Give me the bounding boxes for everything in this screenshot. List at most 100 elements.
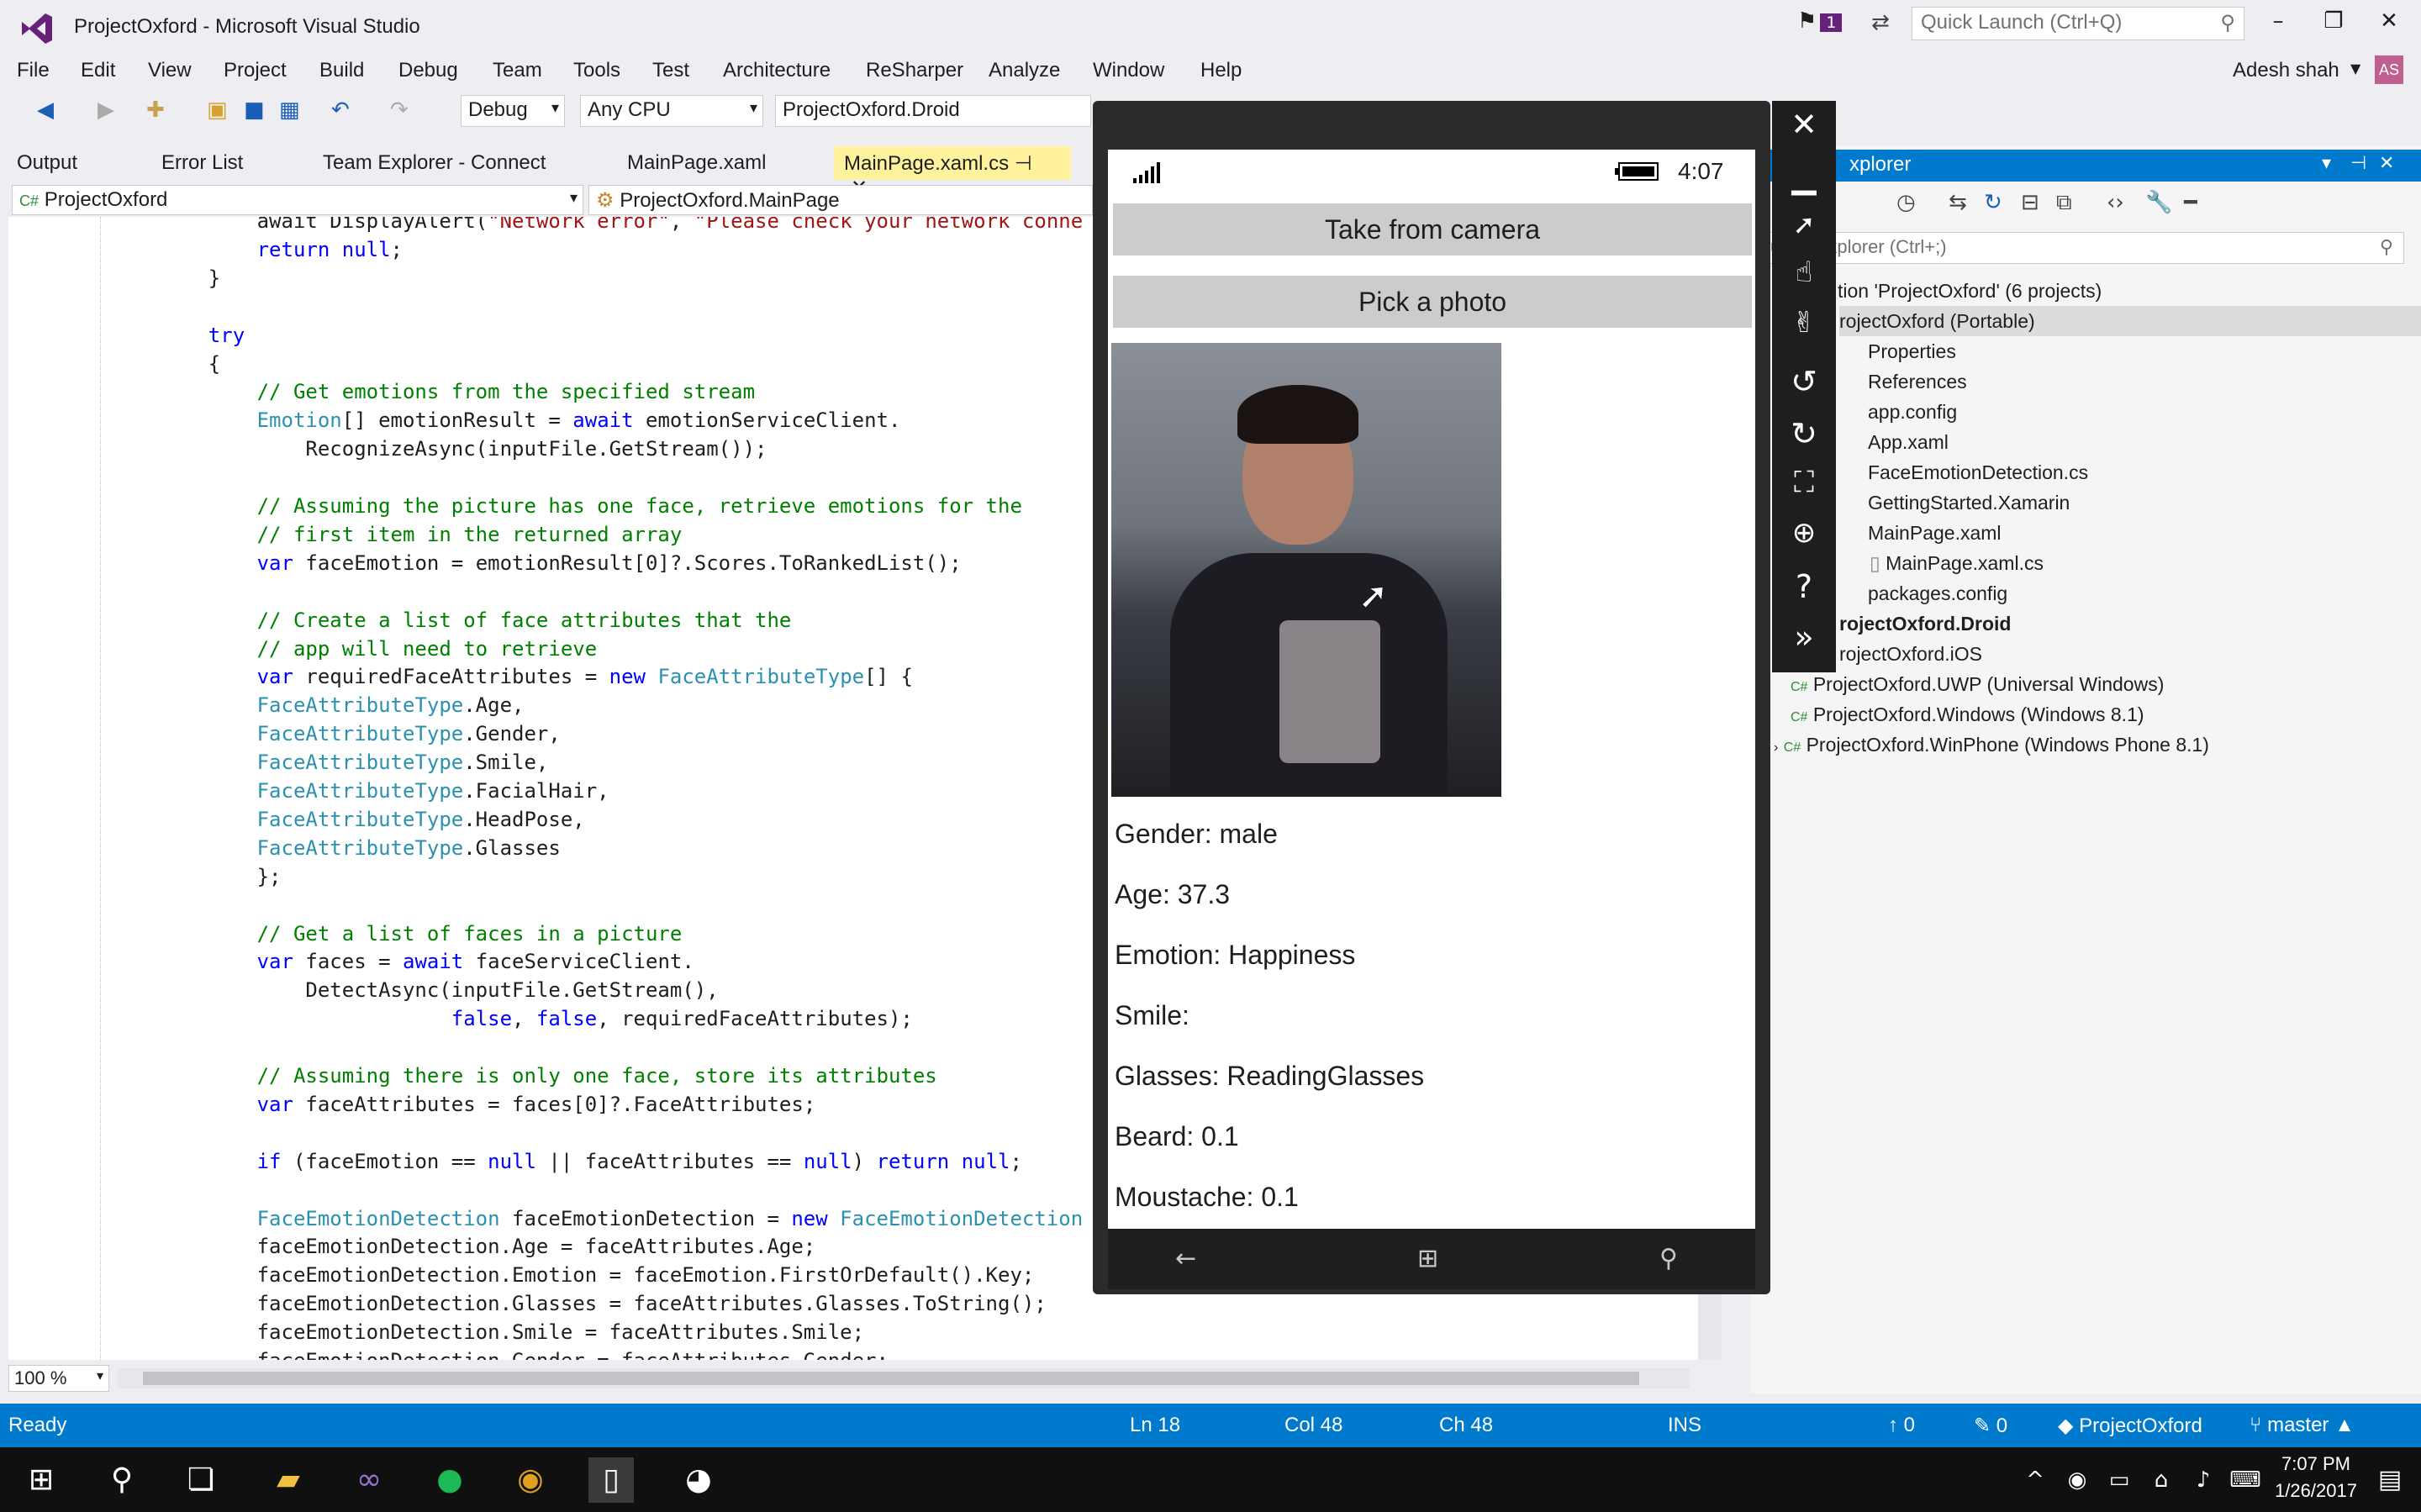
notifications-flag[interactable]: ⚑ 1 [1797, 8, 1843, 34]
menu-view[interactable]: View [148, 59, 192, 82]
undo-icon[interactable]: ↶ [331, 97, 350, 123]
emulator-close-icon[interactable]: ✕ [1772, 106, 1836, 143]
save-all-icon[interactable]: ▦ [279, 97, 300, 123]
refresh-icon[interactable]: ↻ [1984, 190, 2002, 215]
unpushed-commits[interactable]: ↑ 0 [1888, 1414, 1915, 1437]
rotate-left-icon[interactable]: ↺ [1772, 363, 1836, 400]
feedback-icon[interactable]: ⇄ [1871, 10, 1890, 35]
file-explorer-icon[interactable]: ▰ [266, 1457, 311, 1503]
minimize-button[interactable]: – [2253, 8, 2303, 34]
solution-explorer-search-input[interactable]: lution Explorer (Ctrl+;) ⚲ [1757, 232, 2404, 264]
branch-name[interactable]: ⑂ master ▲ [2250, 1414, 2355, 1437]
menu-window[interactable]: Window [1093, 59, 1164, 82]
zoom-select[interactable]: 100 % ▾ [8, 1365, 109, 1392]
tree-item-project-portable[interactable]: rojectOxford (Portable) [1839, 306, 2421, 336]
menu-resharper[interactable]: ReSharper [866, 59, 963, 82]
tab-error-list[interactable]: Error List [151, 146, 253, 180]
pick-a-photo-button[interactable]: Pick a photo [1113, 276, 1752, 328]
tree-item-project-droid[interactable]: rojectOxford.Droid [1839, 608, 2011, 639]
tree-item-project-windows[interactable]: C# ProjectOxford.Windows (Windows 8.1) [1791, 699, 2144, 733]
phone-search-icon[interactable]: ⚲ [1659, 1244, 1678, 1273]
startup-project-select[interactable]: ProjectOxford.Droid [775, 95, 1091, 127]
navigate-back-icon[interactable]: ◀ [37, 97, 54, 123]
project-navigation-select[interactable]: C# ProjectOxford ▾ [12, 185, 583, 215]
tree-item-mainpage-xaml-cs[interactable]: ▯ MainPage.xaml.cs [1870, 548, 2044, 578]
tree-item-app-config[interactable]: app.config [1868, 397, 1957, 427]
record-icon[interactable]: ◉ [2054, 1457, 2100, 1503]
take-from-camera-button[interactable]: Take from camera [1113, 203, 1752, 256]
history-icon[interactable]: ◷ [1896, 190, 1916, 215]
view-code-icon[interactable]: ‹› [2107, 190, 2124, 215]
show-all-files-icon[interactable]: ⧉ [2056, 190, 2072, 216]
pending-changes[interactable]: ✎ 0 [1974, 1414, 2007, 1438]
scrollbar-thumb[interactable] [143, 1372, 1639, 1385]
mouse-input-icon[interactable]: ➚ [1772, 208, 1836, 240]
menu-project[interactable]: Project [224, 59, 287, 82]
show-hidden-icons[interactable]: ^ [2012, 1457, 2058, 1503]
single-touch-icon[interactable]: ☝ [1772, 256, 1836, 289]
tree-item-properties[interactable]: Properties [1868, 336, 1956, 366]
emulator-minimize-icon[interactable]: ▁ [1772, 158, 1836, 195]
phone-emulator-icon[interactable]: ▯ [588, 1457, 634, 1503]
start-icon[interactable]: ⊞ [18, 1457, 64, 1503]
collapse-all-icon[interactable]: ⊟ [2021, 190, 2039, 215]
taskbar-clock[interactable]: 7:07 PM 1/26/2017 [2270, 1451, 2362, 1504]
fit-to-screen-icon[interactable]: ⛶ [1772, 466, 1836, 499]
volume-icon[interactable]: ♪ [2181, 1457, 2226, 1503]
search-icon[interactable]: ⚲ [99, 1457, 145, 1503]
tree-item-project-uwp[interactable]: C# ProjectOxford.UWP (Universal Windows) [1791, 669, 2164, 703]
tab-output[interactable]: Output [7, 146, 87, 180]
menu-architecture[interactable]: Architecture [723, 59, 831, 82]
close-window-button[interactable]: ✕ [2364, 8, 2414, 34]
user-name[interactable]: Adesh shah [2233, 59, 2339, 82]
save-icon[interactable]: ■ [244, 97, 265, 123]
menu-edit[interactable]: Edit [81, 59, 115, 82]
menu-team[interactable]: Team [493, 59, 542, 82]
tab-team-explorer[interactable]: Team Explorer - Connect [313, 146, 556, 180]
spotify-icon[interactable]: ● [427, 1457, 472, 1503]
navigate-forward-icon[interactable]: ▶ [98, 97, 114, 123]
restore-button[interactable]: ❐ [2308, 8, 2359, 34]
tree-item-packages-config[interactable]: packages.config [1868, 578, 2007, 608]
sync-icon[interactable]: ⇆ [1949, 190, 1967, 215]
menu-analyze[interactable]: Analyze [989, 59, 1060, 82]
avatar[interactable]: AS [2375, 55, 2403, 84]
keyboard-icon[interactable]: ⌨ [2223, 1457, 2268, 1503]
tree-item-faceemotiondetection[interactable]: FaceEmotionDetection.cs [1868, 457, 2088, 487]
tree-item-mainpage-xaml[interactable]: MainPage.xaml [1868, 518, 2002, 548]
tab-mainpage-xaml[interactable]: MainPage.xaml [617, 146, 776, 180]
configuration-select[interactable]: Debug ▾ [461, 95, 565, 127]
repository-name[interactable]: ◆ ProjectOxford [2058, 1414, 2202, 1438]
phone-windows-icon[interactable]: ⊞ [1417, 1244, 1438, 1273]
type-navigation-select[interactable]: ⚙ ProjectOxford.MainPage [588, 185, 1093, 215]
tree-item-project-winphone[interactable]: › C# ProjectOxford.WinPhone (Windows Pho… [1774, 730, 2209, 763]
properties-icon[interactable]: 🔧 [2145, 190, 2172, 215]
menu-test[interactable]: Test [652, 59, 689, 82]
help-icon[interactable]: ? [1772, 568, 1836, 605]
tree-item-project-ios[interactable]: rojectOxford.iOS [1839, 639, 1982, 669]
rotate-right-icon[interactable]: ↻ [1772, 415, 1836, 452]
menu-help[interactable]: Help [1200, 59, 1242, 82]
close-panel-icon[interactable]: ✕ [2379, 153, 2394, 174]
expand-arrow-icon[interactable]: › [1774, 740, 1778, 755]
pin-icon[interactable]: ⊣ [2350, 153, 2366, 174]
task-view-icon[interactable]: ❏ [178, 1457, 224, 1503]
phone-back-icon[interactable]: ← [1175, 1244, 1196, 1273]
menu-debug[interactable]: Debug [398, 59, 458, 82]
panel-menu-icon[interactable]: ▾ [2322, 153, 2331, 174]
menu-file[interactable]: File [17, 59, 50, 82]
pin-icon[interactable]: ⊣ [1015, 152, 1032, 175]
quick-launch-input[interactable]: Quick Launch (Ctrl+Q) ⚲ [1912, 7, 2244, 40]
menu-tools[interactable]: Tools [573, 59, 620, 82]
battery-tray-icon[interactable]: ▭ [2097, 1457, 2142, 1503]
tree-item-app-xaml[interactable]: App.xaml [1868, 427, 1949, 457]
menu-build[interactable]: Build [319, 59, 364, 82]
chrome-icon[interactable]: ◉ [508, 1457, 553, 1503]
action-center-icon[interactable]: ▤ [2367, 1457, 2413, 1503]
platform-select[interactable]: Any CPU ▾ [580, 95, 763, 127]
minus-icon[interactable]: ━ [2184, 190, 2197, 215]
visual-studio-icon[interactable]: ∞ [346, 1457, 392, 1503]
zoom-icon[interactable]: ⊕ [1772, 516, 1836, 550]
open-file-icon[interactable]: ▣ [207, 97, 228, 123]
additional-tools-icon[interactable]: » [1772, 619, 1836, 656]
